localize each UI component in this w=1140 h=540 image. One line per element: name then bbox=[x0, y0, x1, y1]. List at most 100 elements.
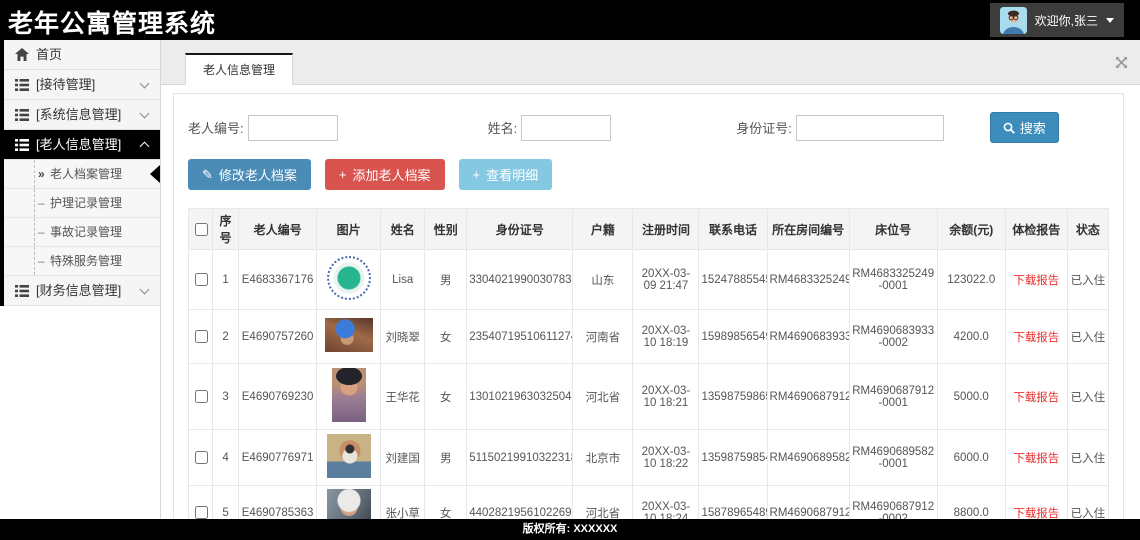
sidebar-item-finance-info[interactable]: [财务信息管理] bbox=[4, 276, 160, 306]
cell-room: RM4690687912 bbox=[766, 485, 850, 519]
cell-select bbox=[187, 485, 214, 519]
row-checkbox[interactable] bbox=[195, 330, 208, 343]
cell-balance: 8800.0 bbox=[936, 485, 1006, 519]
sidebar-subitem-nursing-records[interactable]: – 护理记录管理 bbox=[4, 189, 160, 218]
id-card-input[interactable] bbox=[795, 114, 944, 141]
cell-seq: 3 bbox=[212, 363, 240, 430]
modify-record-label: 修改老人档案 bbox=[218, 168, 297, 183]
view-detail-button[interactable]: + 查看明细 bbox=[458, 159, 553, 190]
sidebar-item-system-info[interactable]: [系统信息管理] bbox=[4, 100, 160, 130]
sidebar-subitem-label: 特殊服务管理 bbox=[50, 254, 123, 268]
photo-black-hat-image bbox=[331, 368, 366, 422]
cell-photo bbox=[316, 309, 382, 364]
app-footer: 版权所有: XXXXXX bbox=[0, 519, 1140, 540]
view-detail-label: 查看明细 bbox=[486, 168, 539, 183]
download-report-link[interactable]: 下载报告 bbox=[1013, 392, 1059, 404]
cell-gender: 男 bbox=[424, 429, 468, 486]
cell-name: Lisa bbox=[380, 249, 426, 310]
sidebar-subitem-special-services[interactable]: – 特殊服务管理 bbox=[4, 247, 160, 276]
sidebar-item-reception[interactable]: [接待管理] bbox=[4, 70, 160, 100]
row-checkbox[interactable] bbox=[195, 390, 208, 403]
download-report-link[interactable]: 下载报告 bbox=[1013, 332, 1059, 344]
row-checkbox[interactable] bbox=[195, 273, 208, 286]
add-record-button[interactable]: + 添加老人档案 bbox=[324, 159, 445, 190]
sidebar-item-label: [财务信息管理] bbox=[36, 283, 122, 298]
chevron-down-icon bbox=[139, 284, 150, 294]
cell-bed: RM4690687912-0001 bbox=[848, 363, 938, 430]
chevron-up-icon bbox=[139, 141, 150, 151]
cell-bed: RM4683325249-0001 bbox=[848, 249, 938, 310]
download-report-link[interactable]: 下载报告 bbox=[1013, 453, 1059, 465]
cell-elder_id: E4690785363 bbox=[238, 485, 318, 519]
download-report-link[interactable]: 下载报告 bbox=[1013, 275, 1059, 287]
column-header: 序号 bbox=[212, 208, 240, 250]
cell-id_card: 330402199003078332 bbox=[466, 249, 574, 310]
modify-record-button[interactable]: ✎ 修改老人档案 bbox=[188, 159, 311, 190]
active-marker: » bbox=[38, 167, 45, 181]
list-icon bbox=[14, 78, 29, 91]
user-avatar-icon bbox=[999, 6, 1027, 34]
row-checkbox[interactable] bbox=[195, 451, 208, 464]
cell-origin: 山东 bbox=[572, 249, 634, 310]
cell-balance: 123022.0 bbox=[936, 249, 1006, 310]
content-panel: 老人编号: 姓名: 身份证号: 搜索 ✎ 修改老人档案 + 添加老人档案 + 查… bbox=[173, 93, 1124, 519]
cell-seq: 5 bbox=[212, 485, 240, 519]
toolbar: ✎ 修改老人档案 + 添加老人档案 + 查看明细 bbox=[188, 159, 1109, 190]
elder-id-input[interactable] bbox=[247, 114, 338, 141]
sidebar-subitem-accident-records[interactable]: – 事故记录管理 bbox=[4, 218, 160, 247]
app-header: 老年公寓管理系统 欢迎你,张三 bbox=[0, 0, 1140, 40]
cell-select bbox=[187, 363, 214, 430]
table-row: 4 E4690776971 刘建国男 511502199103223189 北京市 20X… bbox=[187, 429, 1110, 486]
table-row: 1E4683367176 Lisa男330402199003078332山东20X… bbox=[187, 249, 1110, 310]
cell-seq: 2 bbox=[212, 309, 240, 364]
cell-origin: 河北省 bbox=[572, 485, 634, 519]
copyright-text: 版权所有: XXXXXX bbox=[522, 523, 618, 535]
sidebar-item-elder-info[interactable]: [老人信息管理] bbox=[4, 130, 160, 160]
cell-phone: 13598759865 bbox=[698, 363, 768, 430]
tree-dash: – bbox=[38, 254, 45, 268]
cell-seq: 4 bbox=[212, 429, 240, 486]
list-icon bbox=[14, 108, 29, 121]
user-menu[interactable]: 欢迎你,张三 bbox=[989, 3, 1124, 37]
cell-select bbox=[187, 309, 214, 364]
cell-room: RM4690689582 bbox=[766, 429, 850, 486]
tab-elder-info[interactable]: 老人信息管理 bbox=[185, 53, 294, 85]
content-area: 老人信息管理 老人编号: 姓名: 身份证号: 搜索 ✎ 修改老人档案 + 添加老… bbox=[161, 40, 1140, 519]
cell-status: 已入住 bbox=[1066, 485, 1110, 519]
cell-status: 已入住 bbox=[1066, 249, 1110, 310]
search-button[interactable]: 搜索 bbox=[989, 112, 1059, 143]
column-header: 状态 bbox=[1066, 208, 1110, 250]
column-header: 性别 bbox=[424, 208, 468, 250]
sidebar-subitem-label: 事故记录管理 bbox=[50, 225, 123, 239]
cell-balance: 6000.0 bbox=[936, 429, 1006, 486]
plus-icon: + bbox=[338, 167, 347, 182]
chevron-down-icon bbox=[139, 78, 150, 88]
cell-status: 已入住 bbox=[1066, 309, 1110, 364]
sidebar-item-home[interactable]: 首页 bbox=[4, 40, 160, 70]
app-root: 老年公寓管理系统 欢迎你,张三 首页 [接待管理] [系统信息管理] [老人信息… bbox=[0, 0, 1140, 540]
sidebar-item-label: [系统信息管理] bbox=[36, 107, 122, 122]
table-row: 5E4690785363 张小草女440282195610226964河北省20X… bbox=[187, 485, 1110, 520]
column-header: 注册时间 bbox=[632, 208, 700, 250]
select-all-checkbox[interactable] bbox=[195, 222, 208, 236]
cell-gender: 女 bbox=[424, 363, 468, 430]
column-header: 体检报告 bbox=[1004, 208, 1068, 250]
cell-gender: 男 bbox=[424, 249, 468, 310]
column-header: 姓名 bbox=[380, 208, 426, 250]
column-header: 身份证号 bbox=[466, 208, 574, 250]
expand-icon[interactable] bbox=[1115, 56, 1128, 69]
name-input[interactable] bbox=[521, 114, 612, 141]
cell-gender: 女 bbox=[424, 309, 468, 364]
download-report-link[interactable]: 下载报告 bbox=[1013, 508, 1059, 520]
column-header: 余额(元) bbox=[936, 208, 1006, 250]
cell-report: 下载报告 bbox=[1004, 309, 1068, 364]
cell-id_card: 511502199103223189 bbox=[466, 429, 574, 486]
logo-circle-image bbox=[326, 256, 371, 300]
table-row: 2 E4690757260 刘晓翠女 235407195106112745 河南省 20X… bbox=[187, 309, 1110, 364]
column-header: 所在房间编号 bbox=[766, 208, 850, 250]
sidebar-subitem-elder-archive[interactable]: » 老人档案管理 bbox=[4, 160, 160, 189]
home-icon bbox=[14, 48, 29, 61]
page-title: 老年公寓管理系统 bbox=[8, 10, 217, 38]
photo-white-hair-image bbox=[326, 489, 371, 519]
row-checkbox[interactable] bbox=[195, 506, 208, 519]
